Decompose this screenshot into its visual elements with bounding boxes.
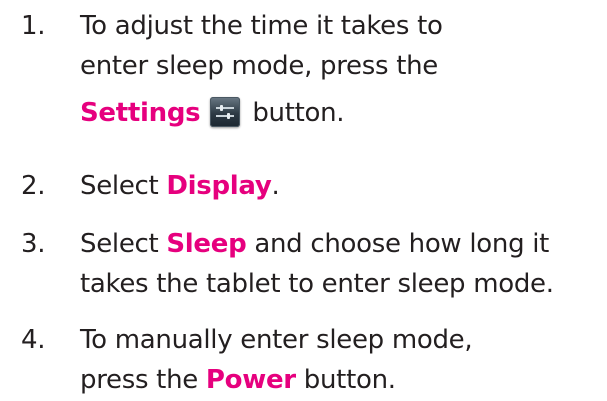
settings-label: Settings <box>80 98 201 128</box>
step-text: To manually enter sleep mode, press the … <box>80 320 600 400</box>
settings-icon <box>210 96 241 127</box>
step-text-post: . <box>271 171 280 201</box>
step-line-end: button. <box>252 98 345 128</box>
step-line: Select Display. <box>80 166 600 206</box>
display-label: Display <box>166 171 272 201</box>
step-number: 2. <box>21 171 46 201</box>
step-text-post: button. <box>295 365 396 395</box>
step-line: Settings button. <box>80 86 600 140</box>
step-line: press the Power button. <box>80 360 600 400</box>
power-label: Power <box>205 365 296 395</box>
step-line: To manually enter sleep mode, <box>80 325 473 355</box>
step-text: Select Sleep and choose how long it take… <box>80 224 600 304</box>
step-number: 4. <box>21 325 46 355</box>
step-text-pre: press the <box>80 365 206 395</box>
step-text: Select Display. <box>80 166 600 206</box>
instruction-list: 1. To adjust the time it takes to enter … <box>0 0 607 401</box>
step-line: takes the tablet to enter sleep mode. <box>80 269 554 299</box>
step-number: 1. <box>21 11 46 41</box>
step-text: To adjust the time it takes to enter sle… <box>80 6 600 140</box>
step-number: 3. <box>21 229 46 259</box>
step-text-pre: Select <box>80 229 167 259</box>
step-line: To adjust the time it takes to <box>80 11 443 41</box>
sleep-label: Sleep <box>166 229 247 259</box>
step-text-post: and choose how long it <box>246 229 550 259</box>
step-line: enter sleep mode, press the <box>80 51 438 81</box>
step-text-pre: Select <box>80 171 167 201</box>
step-line: Select Sleep and choose how long it <box>80 224 600 264</box>
